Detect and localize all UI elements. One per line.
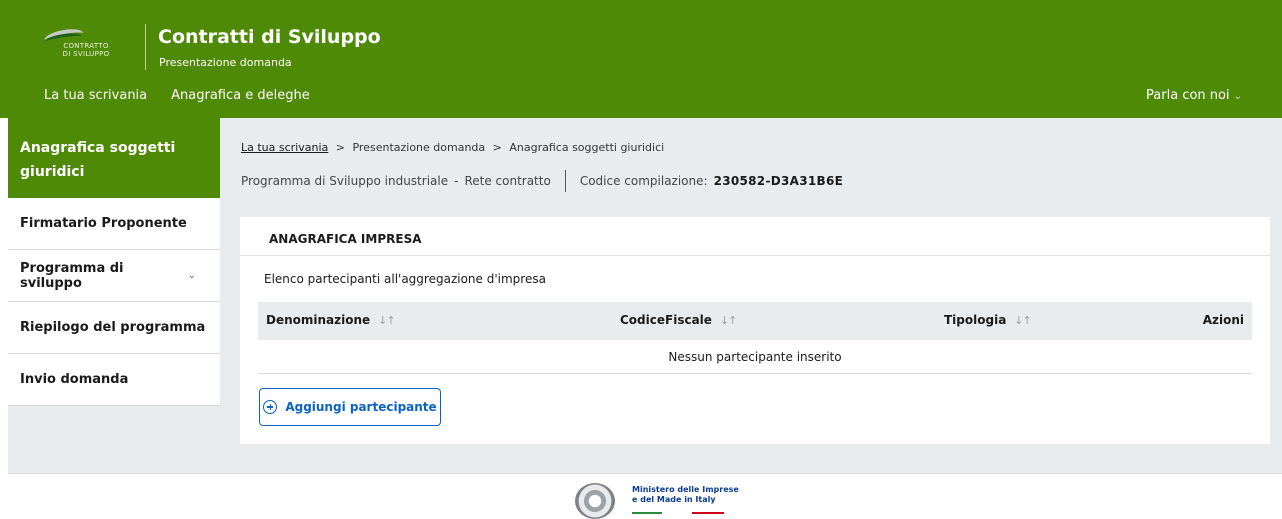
breadcrumb-separator: > — [335, 141, 345, 154]
sort-icon[interactable]: ↓↑ — [720, 314, 737, 327]
flag-red-stripe — [692, 512, 724, 514]
card-divider — [240, 255, 1270, 256]
breadcrumb-separator: > — [492, 141, 502, 154]
card-title: ANAGRAFICA IMPRESA — [269, 232, 422, 246]
add-participant-button[interactable]: Aggiungi partecipante — [259, 388, 441, 426]
parla-con-noi-label: Parla con noi — [1146, 88, 1230, 103]
sort-icon[interactable]: ↓↑ — [378, 314, 395, 327]
column-codice-fiscale[interactable]: CodiceFiscale ↓↑ — [620, 313, 737, 327]
column-label: Denominazione — [266, 313, 371, 327]
ministry-logo-text[interactable]: Ministero delle Imprese e del Made in It… — [632, 485, 739, 505]
breadcrumb-item-current: Anagrafica soggetti giuridici — [509, 141, 665, 154]
sidebar-item-label: Programma di sviluppo — [20, 260, 124, 291]
breadcrumb-link-scrivania[interactable]: La tua scrivania — [241, 141, 328, 154]
contratto-logo[interactable]: CONTRATTO DI SVILUPPO — [36, 26, 136, 68]
sidebar-item-label: Firmatario Proponente — [20, 216, 187, 231]
breadcrumb-item: Presentazione domanda — [352, 141, 486, 154]
code-label: Codice compilazione: — [579, 174, 708, 188]
parla-con-noi-menu[interactable]: Parla con noi ⌄ — [1146, 88, 1242, 103]
app-title: Contratti di Sviluppo — [158, 26, 381, 48]
main-nav: La tua scrivania Anagrafica e deleghe — [44, 88, 334, 103]
app-header: CONTRATTO DI SVILUPPO Contratti di Svilu… — [0, 0, 1282, 118]
app-subtitle: Presentazione domanda — [159, 56, 292, 69]
table-header: Denominazione ↓↑ CodiceFiscale ↓↑ Tipologi… — [258, 302, 1252, 340]
table-empty-row: Nessun partecipante inserito — [258, 340, 1252, 374]
breadcrumb: La tua scrivania > Presentazione domanda… — [241, 141, 664, 154]
nav-la-tua-scrivania[interactable]: La tua scrivania — [44, 88, 147, 103]
chevron-down-icon: ⌄ — [187, 270, 196, 281]
sidebar-item-label: Riepilogo del programma — [20, 320, 206, 335]
italian-republic-emblem-icon — [575, 483, 615, 519]
ministry-line2: e del Made in Italy — [632, 495, 716, 504]
add-participant-label: Aggiungi partecipante — [285, 400, 437, 414]
column-denominazione[interactable]: Denominazione ↓↑ — [266, 313, 396, 327]
header-divider — [145, 24, 146, 70]
column-azioni: Azioni — [1203, 313, 1244, 327]
program-type: Rete contratto — [464, 174, 551, 188]
sidebar-item-anagrafica-soggetti[interactable]: Anagrafica soggetti giuridici — [8, 118, 220, 198]
list-title: Elenco partecipanti all'aggregazione d'i… — [264, 272, 546, 286]
program-name: Programma di Sviluppo industriale — [241, 174, 449, 188]
anagrafica-impresa-card: ANAGRAFICA IMPRESA Elenco partecipanti a… — [240, 217, 1270, 444]
program-divider — [564, 170, 566, 192]
program-info: Programma di Sviluppo industriale - Rete… — [241, 170, 843, 192]
logo-text-line2: DI SVILUPPO — [62, 50, 110, 58]
column-label: CodiceFiscale — [620, 313, 712, 327]
column-label: Azioni — [1202, 313, 1244, 327]
column-tipologia[interactable]: Tipologia ↓↑ — [944, 313, 1032, 327]
sidebar: Anagrafica soggetti giuridici Firmatario… — [8, 118, 220, 406]
logo-text: CONTRATTO DI SVILUPPO — [36, 42, 136, 58]
sidebar-item-firmatario[interactable]: Firmatario Proponente — [8, 198, 220, 250]
column-label: Tipologia — [944, 313, 1007, 327]
flag-green-stripe — [632, 512, 662, 514]
nav-anagrafica-deleghe[interactable]: Anagrafica e deleghe — [171, 88, 310, 103]
footer: Ministero delle Imprese e del Made in It… — [8, 473, 1282, 519]
logo-text-line1: CONTRATTO — [63, 42, 109, 50]
sidebar-item-label: Invio domanda — [20, 372, 129, 387]
program-separator: - — [454, 174, 459, 188]
code-value: 230582-D3A31B6E — [713, 174, 844, 188]
sidebar-item-programma[interactable]: Programma di sviluppo ⌄ — [8, 250, 220, 302]
sidebar-item-label: Anagrafica soggetti giuridici — [20, 140, 176, 180]
sort-icon[interactable]: ↓↑ — [1014, 314, 1031, 327]
chevron-down-icon: ⌄ — [1233, 91, 1242, 102]
sidebar-item-riepilogo[interactable]: Riepilogo del programma — [8, 302, 220, 354]
sidebar-item-invio[interactable]: Invio domanda — [8, 354, 220, 406]
ministry-line1: Ministero delle Imprese — [632, 485, 739, 494]
plus-circle-icon — [263, 400, 278, 414]
